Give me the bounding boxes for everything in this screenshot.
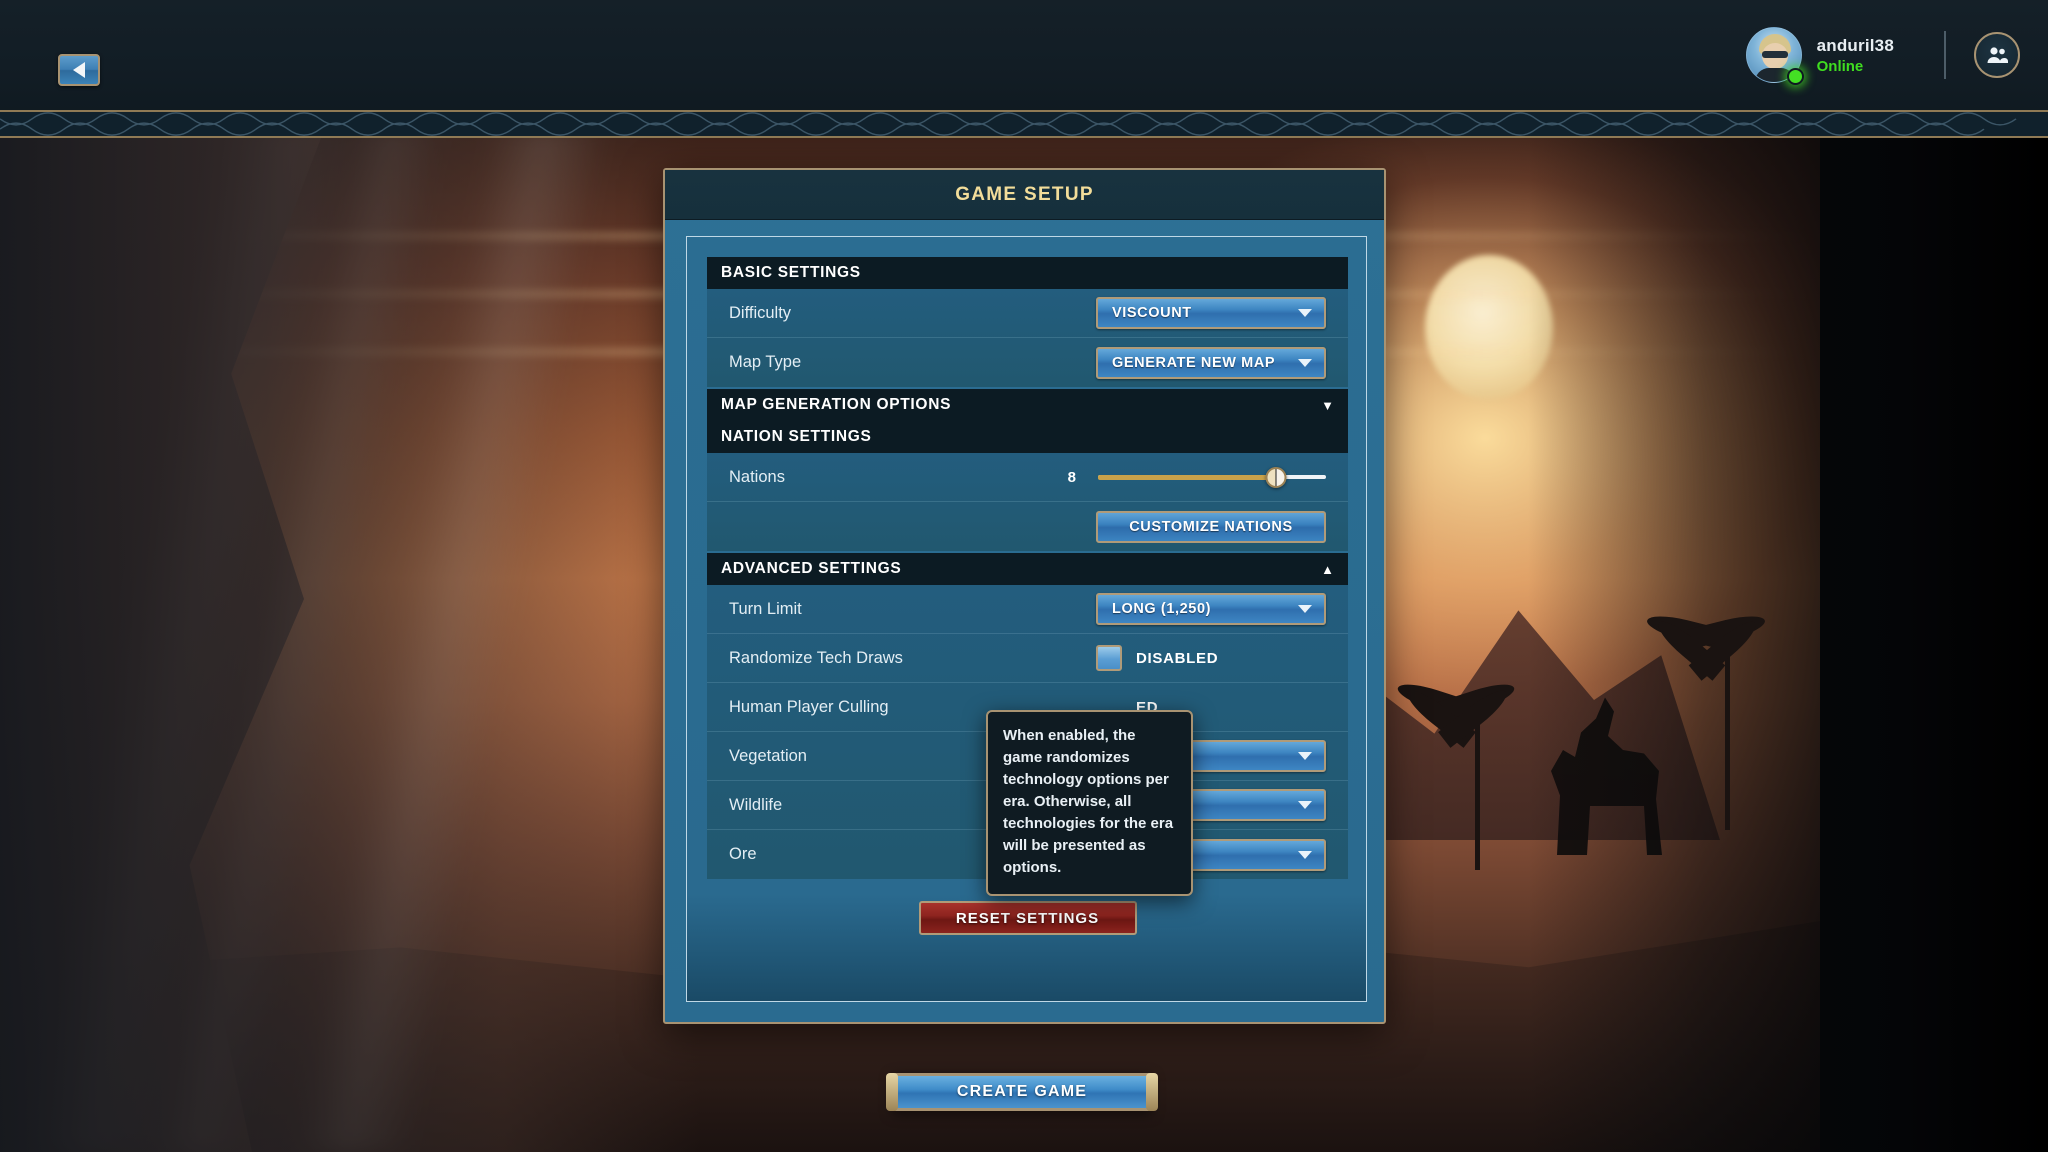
chevron-up-icon: ▲ (1321, 561, 1334, 577)
checkbox-state-label: DISABLED (1136, 649, 1219, 667)
row-nations: Nations 8 (707, 453, 1348, 502)
row-customize-nations: CUSTOMIZE NATIONS (707, 502, 1348, 551)
reset-settings-button[interactable]: RESET SETTINGS (918, 901, 1137, 935)
palm-tree (1644, 610, 1770, 830)
button-cap-left (886, 1073, 898, 1111)
chevron-down-icon (1298, 801, 1312, 809)
chevron-down-icon (1298, 358, 1312, 367)
create-game-label: CREATE GAME (956, 1083, 1088, 1100)
turn-limit-dropdown[interactable]: LONG (1,250) (1096, 593, 1326, 625)
online-status-dot (1786, 68, 1804, 85)
row-label: Vegetation (729, 746, 807, 765)
row-label: Wildlife (729, 795, 783, 814)
section-title: BASIC SETTINGS (721, 264, 861, 281)
ornamental-border (0, 110, 2048, 138)
divider (1944, 31, 1946, 79)
right-vignette (1528, 128, 2048, 1152)
randomize-tech-draws-checkbox[interactable] (1096, 645, 1122, 671)
chevron-down-icon (1298, 605, 1312, 613)
section-header-basic[interactable]: BASIC SETTINGS (707, 257, 1348, 289)
friends-button[interactable] (1974, 32, 2020, 78)
section-title: NATION SETTINGS (721, 428, 872, 445)
section-header-map-generation[interactable]: MAP GENERATION OPTIONS ▼ (707, 389, 1348, 421)
people-icon (1987, 47, 2008, 63)
palm-tree (1394, 678, 1520, 870)
chevron-down-icon (1298, 850, 1312, 859)
map-type-dropdown[interactable]: GENERATE NEW MAP (1096, 346, 1326, 379)
section-title: ADVANCED SETTINGS (721, 560, 902, 577)
back-button[interactable] (58, 54, 100, 86)
row-label: Ore (729, 845, 757, 863)
chevron-down-icon (1298, 309, 1312, 317)
section-header-nation[interactable]: NATION SETTINGS (707, 421, 1348, 453)
section-title: MAP GENERATION OPTIONS (721, 396, 952, 413)
left-shadow-overlay (0, 128, 700, 1152)
section-body-nation: Nations 8 CUSTOMIZE NATIONS (707, 453, 1348, 551)
button-cap-right (1146, 1073, 1158, 1111)
user-area: anduril38 Online (1745, 0, 2020, 110)
row-turn-limit: Turn Limit LONG (1,250) (707, 585, 1348, 634)
section-body-basic: Difficulty VISCOUNT Map Type GENERATE NE… (707, 289, 1348, 387)
user-name: anduril38 (1816, 35, 1894, 55)
customize-nations-button[interactable]: CUSTOMIZE NATIONS (1096, 510, 1326, 543)
chevron-down-icon: ▼ (1321, 397, 1334, 413)
page-title: GAME SETUP (665, 170, 1384, 220)
slider-handle[interactable] (1265, 466, 1287, 488)
row-map-type: Map Type GENERATE NEW MAP (707, 338, 1348, 387)
nations-slider[interactable] (1098, 466, 1326, 488)
section-header-advanced[interactable]: ADVANCED SETTINGS ▲ (707, 553, 1348, 585)
top-bar: anduril38 Online (0, 0, 2048, 110)
triangle-left-icon (73, 62, 85, 78)
row-difficulty: Difficulty VISCOUNT (707, 289, 1348, 338)
tooltip: When enabled, the game randomizes techno… (986, 710, 1193, 897)
chevron-down-icon (1298, 752, 1312, 760)
slider-fill (1098, 474, 1276, 480)
row-label: Difficulty (729, 303, 792, 322)
dropdown-value: GENERATE NEW MAP (1112, 354, 1276, 371)
avatar[interactable] (1745, 27, 1804, 85)
dropdown-value: VISCOUNT (1112, 305, 1192, 321)
difficulty-dropdown[interactable]: VISCOUNT (1096, 297, 1326, 329)
row-label: Human Player Culling (729, 697, 889, 716)
scrollwork-pattern (0, 112, 2017, 136)
row-label: Map Type (729, 353, 802, 371)
row-randomize-tech-draws: Randomize Tech Draws DISABLED (707, 634, 1348, 683)
user-status: Online (1816, 57, 1864, 75)
row-label: Randomize Tech Draws (729, 648, 903, 667)
user-text: anduril38 Online (1817, 36, 1894, 75)
row-label: Nations (729, 467, 785, 486)
nations-value: 8 (1067, 468, 1076, 486)
row-label: Turn Limit (729, 599, 802, 618)
dropdown-value: LONG (1,250) (1112, 601, 1212, 617)
create-game-button[interactable]: CREATE GAME (886, 1073, 1158, 1111)
